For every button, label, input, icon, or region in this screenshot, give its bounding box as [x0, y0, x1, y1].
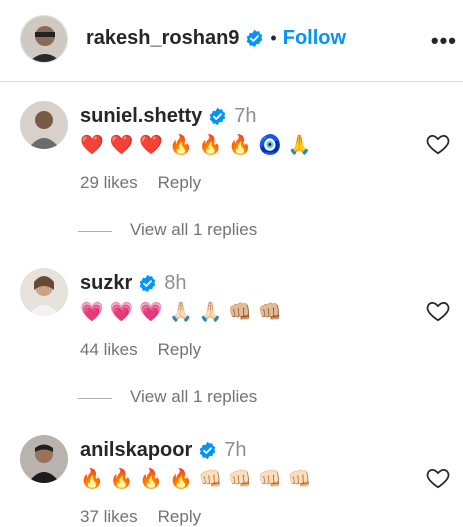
comment-header: anilskapoor 7h — [80, 439, 247, 462]
emoji: 💗 — [109, 302, 134, 323]
comment-timestamp: 7h — [224, 439, 247, 461]
view-replies-row: View all 1 replies — [78, 220, 378, 242]
commenter-avatar[interactable] — [20, 101, 68, 149]
emoji: 🔥 — [139, 469, 164, 490]
emoji: 🙏🏻 — [198, 302, 223, 323]
verified-badge-icon — [247, 29, 263, 48]
comment-text: ❤️ ❤️ ❤️ 🔥 🔥 🔥 🧿 🙏 — [80, 135, 311, 157]
replies-divider — [78, 398, 112, 399]
emoji: 👊🏻 — [258, 469, 282, 490]
emoji: 👊🏼 — [228, 302, 253, 323]
emoji: 🔥 — [228, 135, 253, 156]
comment-header: suniel.shetty 7h — [80, 105, 257, 128]
post-author-avatar[interactable] — [20, 15, 68, 63]
emoji: ❤️ — [139, 135, 164, 156]
comment-meta: 29 likes Reply — [80, 173, 201, 193]
emoji: 👊🏻 — [228, 469, 253, 490]
commenter-username[interactable]: suzkr — [80, 272, 132, 295]
emoji: 👊🏻 — [198, 469, 223, 490]
reply-button[interactable]: Reply — [158, 173, 201, 193]
likes-count[interactable]: 37 likes — [80, 507, 138, 527]
post-header: rakesh_roshan9 • Follow ••• — [0, 0, 463, 82]
heart-outline-icon[interactable] — [425, 465, 451, 491]
emoji: ❤️ — [109, 135, 134, 156]
commenter-avatar[interactable] — [20, 268, 68, 316]
emoji: 🔥 — [169, 469, 193, 490]
reply-button[interactable]: Reply — [158, 340, 201, 360]
follow-button[interactable]: Follow — [283, 27, 346, 50]
heart-outline-icon[interactable] — [425, 298, 451, 324]
emoji: 🔥 — [80, 469, 104, 490]
emoji: 🔥 — [169, 135, 193, 156]
comment-text: 🔥 🔥 🔥 🔥 👊🏻 👊🏻 👊🏻 👊🏻 — [80, 469, 311, 491]
emoji: 🔥 — [198, 135, 223, 156]
emoji: 👊🏼 — [258, 302, 282, 323]
comment-header: suzkr 8h — [80, 272, 187, 295]
likes-count[interactable]: 44 likes — [80, 340, 138, 360]
commenter-avatar[interactable] — [20, 435, 68, 483]
view-replies-button[interactable]: View all 1 replies — [130, 220, 257, 240]
emoji: 🔥 — [109, 469, 134, 490]
reply-button[interactable]: Reply — [158, 507, 201, 527]
comment-meta: 37 likes Reply — [80, 507, 201, 527]
emoji: 🙏🏻 — [169, 302, 193, 323]
emoji: 🙏 — [287, 135, 312, 156]
verified-badge-icon — [139, 274, 156, 293]
emoji: 👊🏻 — [287, 469, 312, 490]
verified-badge-icon — [209, 107, 226, 126]
post-author-username[interactable]: rakesh_roshan9 — [86, 27, 239, 50]
view-replies-row: View all 1 replies — [78, 387, 378, 409]
emoji: 💗 — [80, 302, 104, 323]
comment-timestamp: 8h — [164, 272, 187, 294]
emoji: 🧿 — [258, 135, 282, 156]
emoji: ❤️ — [80, 135, 104, 156]
heart-outline-icon[interactable] — [425, 131, 451, 157]
verified-badge-icon — [199, 441, 216, 460]
commenter-username[interactable]: anilskapoor — [80, 439, 192, 462]
emoji: 💗 — [139, 302, 164, 323]
view-replies-button[interactable]: View all 1 replies — [130, 387, 257, 407]
comment-text: 💗 💗 💗 🙏🏻 🙏🏻 👊🏼 👊🏼 — [80, 302, 282, 324]
commenter-username[interactable]: suniel.shetty — [80, 105, 202, 128]
comment-meta: 44 likes Reply — [80, 340, 201, 360]
separator-dot: • — [270, 28, 277, 48]
likes-count[interactable]: 29 likes — [80, 173, 138, 193]
comment-timestamp: 7h — [234, 105, 257, 127]
replies-divider — [78, 231, 112, 232]
more-options-icon[interactable]: ••• — [431, 28, 457, 54]
post-author-line: rakesh_roshan9 • Follow — [86, 27, 346, 50]
